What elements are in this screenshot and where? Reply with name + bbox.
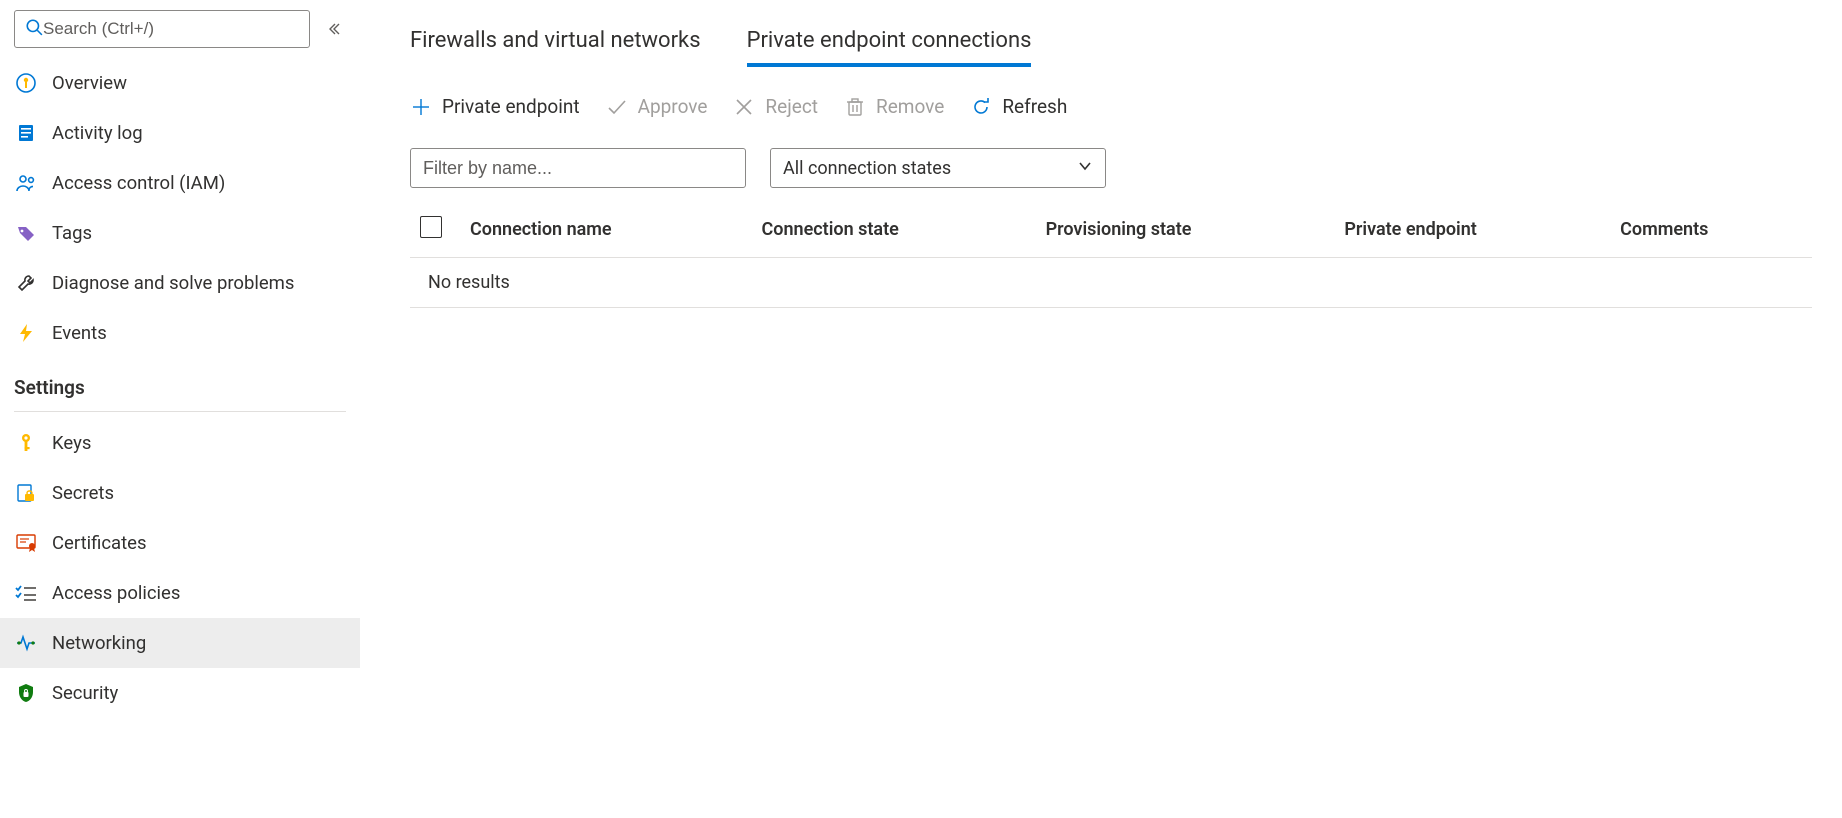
sidebar-item-overview[interactable]: Overview <box>0 58 360 108</box>
tab-firewalls[interactable]: Firewalls and virtual networks <box>410 20 701 67</box>
secrets-icon <box>14 481 38 505</box>
sidebar-item-secrets[interactable]: Secrets <box>0 468 360 518</box>
sidebar: Overview Activity log Access control (IA… <box>0 0 360 818</box>
sidebar-item-label: Tags <box>52 222 92 244</box>
plus-icon <box>410 96 432 118</box>
search-input[interactable] <box>43 19 299 39</box>
sidebar-section-settings: Settings <box>0 358 360 407</box>
lightning-icon <box>14 321 38 345</box>
toolbar: Private endpoint Approve Reject Remove R… <box>410 95 1812 118</box>
collapse-sidebar-button[interactable] <box>322 17 346 41</box>
table-header-row: Connection name Connection state Provisi… <box>410 206 1812 258</box>
col-provisioning-state[interactable]: Provisioning state <box>1038 206 1337 258</box>
tag-icon <box>14 221 38 245</box>
sidebar-search-row <box>0 0 360 58</box>
refresh-icon <box>970 96 992 118</box>
toolbar-label: Refresh <box>1002 95 1067 118</box>
toolbar-label: Approve <box>638 95 708 118</box>
sidebar-item-label: Activity log <box>52 122 143 144</box>
sidebar-item-label: Access policies <box>52 582 180 604</box>
connection-state-select[interactable]: All connection states <box>770 148 1106 188</box>
main-content: Firewalls and virtual networks Private e… <box>360 0 1842 818</box>
sidebar-item-diagnose[interactable]: Diagnose and solve problems <box>0 258 360 308</box>
approve-button: Approve <box>606 95 708 118</box>
col-comments[interactable]: Comments <box>1612 206 1812 258</box>
table-row-empty: No results <box>410 258 1812 308</box>
toolbar-label: Remove <box>876 95 944 118</box>
filter-by-name-input[interactable] <box>410 148 746 188</box>
certificate-icon <box>14 531 38 555</box>
checklist-icon <box>14 581 38 605</box>
sidebar-item-keys[interactable]: Keys <box>0 418 360 468</box>
add-private-endpoint-button[interactable]: Private endpoint <box>410 95 580 118</box>
sidebar-item-label: Networking <box>52 632 146 654</box>
connections-table: Connection name Connection state Provisi… <box>410 206 1812 308</box>
shield-icon <box>14 681 38 705</box>
sidebar-item-access-control[interactable]: Access control (IAM) <box>0 158 360 208</box>
sidebar-item-tags[interactable]: Tags <box>0 208 360 258</box>
col-private-endpoint[interactable]: Private endpoint <box>1336 206 1612 258</box>
key-round-icon <box>14 71 38 95</box>
tab-bar: Firewalls and virtual networks Private e… <box>410 20 1812 67</box>
wrench-icon <box>14 271 38 295</box>
toolbar-label: Reject <box>765 95 818 118</box>
sidebar-item-label: Overview <box>52 72 127 94</box>
remove-button: Remove <box>844 95 944 118</box>
sidebar-item-networking[interactable]: Networking <box>0 618 360 668</box>
sidebar-item-activity-log[interactable]: Activity log <box>0 108 360 158</box>
col-connection-state[interactable]: Connection state <box>754 206 1038 258</box>
activity-log-icon <box>14 121 38 145</box>
col-connection-name[interactable]: Connection name <box>462 206 754 258</box>
no-results-text: No results <box>410 258 1812 308</box>
people-icon <box>14 171 38 195</box>
tab-private-endpoint-connections[interactable]: Private endpoint connections <box>747 20 1032 67</box>
sidebar-item-label: Certificates <box>52 532 147 554</box>
reject-button: Reject <box>733 95 818 118</box>
toolbar-label: Private endpoint <box>442 95 580 118</box>
select-all-checkbox[interactable] <box>420 216 442 238</box>
sidebar-nav: Overview Activity log Access control (IA… <box>0 58 360 818</box>
trash-icon <box>844 96 866 118</box>
key-icon <box>14 431 38 455</box>
search-icon <box>25 18 43 40</box>
sidebar-item-label: Diagnose and solve problems <box>52 272 294 294</box>
x-icon <box>733 96 755 118</box>
sidebar-item-certificates[interactable]: Certificates <box>0 518 360 568</box>
chevron-down-icon <box>1077 158 1093 179</box>
sidebar-item-security[interactable]: Security <box>0 668 360 718</box>
sidebar-item-label: Access control (IAM) <box>52 172 225 194</box>
check-icon <box>606 96 628 118</box>
networking-icon <box>14 631 38 655</box>
refresh-button[interactable]: Refresh <box>970 95 1067 118</box>
sidebar-item-label: Events <box>52 322 107 344</box>
sidebar-item-access-policies[interactable]: Access policies <box>0 568 360 618</box>
filters-row: All connection states <box>410 148 1812 188</box>
select-value: All connection states <box>783 158 951 179</box>
divider <box>14 411 346 412</box>
sidebar-item-label: Secrets <box>52 482 114 504</box>
sidebar-search-box[interactable] <box>14 10 310 48</box>
sidebar-item-events[interactable]: Events <box>0 308 360 358</box>
sidebar-item-label: Security <box>52 682 118 704</box>
sidebar-item-label: Keys <box>52 432 91 454</box>
